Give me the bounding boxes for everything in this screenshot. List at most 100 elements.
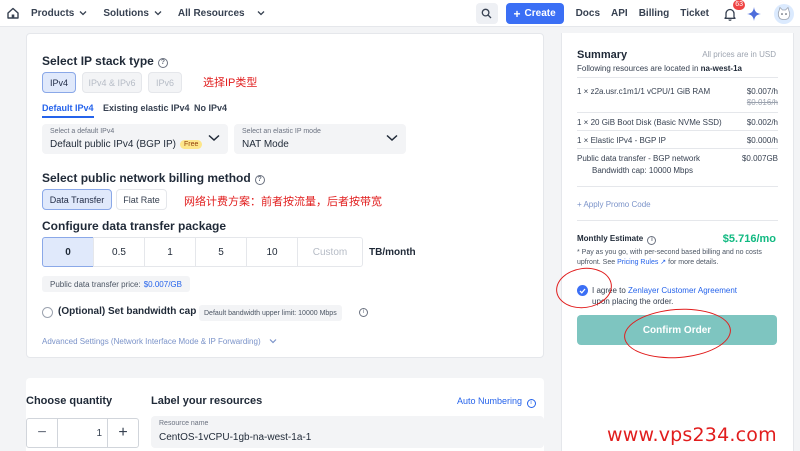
tab-existing-elastic-ipv4[interactable]: Existing elastic IPv4 [103,103,190,113]
search-icon [481,8,492,19]
chevron-down-icon [257,11,265,16]
nav-docs[interactable]: Docs [576,8,600,19]
divider [577,112,778,113]
bandwidth-cap-radio[interactable] [42,307,53,318]
help-icon[interactable]: ? [157,58,168,68]
advanced-settings-toggle[interactable]: Advanced Settings (Network Interface Mod… [42,337,277,346]
tab-default-ipv4[interactable]: Default IPv4 [42,103,94,118]
default-ipv4-value-row: Default public IPv4 (BGP IP) Free [50,139,203,150]
billing-fine-print: * Pay as you go, with per-second based b… [577,248,767,268]
transfer-unit: TB/month [369,247,416,258]
transfer-option-1[interactable]: 1 [144,237,196,267]
nav-all-resources-label: All Resources [177,7,245,19]
summary-location-row: Following resources are located in na-we… [577,64,742,73]
nav-products[interactable]: Products [31,8,87,19]
divider [577,220,778,221]
summary-line-name: 1 × z2a.usr.c1m1/1 vCPU/1 GiB RAM [577,87,711,96]
summary-line-ip: 1 × Elastic IPv4 - BGP IP $0.000/h [577,136,778,148]
order-summary-panel: Summary All prices are in USD Following … [561,33,794,451]
summary-line-transfer: Public data transfer - BGP network Bandw… [577,154,778,178]
transfer-option-10[interactable]: 10 [246,237,298,267]
info-icon: i [526,399,536,408]
pricing-rules-link[interactable]: Pricing Rules [617,259,658,266]
resource-name-field[interactable]: Resource name CentOS-1vCPU-1gb-na-west-1… [151,416,544,448]
agreement-text: I agree to Zenlayer Customer Agreement up… [592,285,772,307]
free-badge: Free [179,140,203,149]
sparkle-icon[interactable] [746,6,762,22]
auto-numbering-link[interactable]: Auto Numbering i [457,396,536,408]
nav-ticket[interactable]: Ticket [680,8,709,19]
summary-title: Summary [577,49,628,61]
nav-solutions[interactable]: Solutions [103,8,162,19]
fine-print-tail: for more details. [668,259,719,266]
summary-line-price: $0.007GB [741,154,778,163]
quantity-title: Choose quantity [26,395,113,407]
chevron-down-icon [154,11,162,16]
ip-stack-ipv4[interactable]: IPv4 [42,72,76,93]
nav-api[interactable]: API [611,8,628,19]
confirm-order-button[interactable]: Confirm Order [577,315,777,345]
chevron-down-icon [386,134,398,142]
top-nav: Products Solutions All Resources + Create… [0,0,800,27]
decrement-button[interactable]: − [27,419,57,447]
summary-line-subname: Bandwidth cap: 10000 Mbps [592,166,693,175]
transfer-option-0-5[interactable]: 0.5 [93,237,145,267]
info-icon[interactable]: i [359,308,368,317]
home-icon[interactable] [3,3,23,23]
default-ipv4-value: Default public IPv4 (BGP IP) [50,139,176,150]
summary-line-disk: 1 × 20 GiB Boot Disk (Basic NVMe SSD) $0… [577,118,778,130]
avatar[interactable] [774,3,794,24]
billing-heading: Select public network billing method? [42,171,265,185]
create-button[interactable]: + Create [505,3,564,24]
agreement-checkbox[interactable] [577,285,588,296]
search-button[interactable] [475,3,498,24]
transfer-option-0[interactable]: 0 [42,237,94,267]
summary-line-name: 1 × 20 GiB Boot Disk (Basic NVMe SSD) [577,118,722,127]
transfer-custom-input[interactable]: Custom [297,237,363,267]
ip-stack-dual[interactable]: IPv4 & IPv6 [82,72,142,93]
transfer-option-5[interactable]: 5 [195,237,247,267]
summary-line-price: $0.002/h [746,118,778,127]
quantity-stepper[interactable]: − 1 + [26,418,139,448]
customer-agreement-link[interactable]: Zenlayer Customer Agreement [628,286,737,295]
plus-icon: + [513,6,521,21]
info-icon[interactable]: i [647,236,657,245]
default-ipv4-select[interactable]: Select a default IPv4 Default public IPv… [42,124,228,154]
quantity-value[interactable]: 1 [57,419,108,447]
elastic-ip-mode-select[interactable]: Select an elastic IP mode NAT Mode [234,124,406,154]
default-ipv4-label: Select a default IPv4 [50,128,115,135]
labels-title: Label your resources [151,395,263,407]
monthly-estimate-row: Monthly Estimate i [577,234,657,245]
billing-flat-rate[interactable]: Flat Rate [116,189,167,210]
summary-currency-note: All prices are in USD [702,50,776,59]
ip-stack-title: Select IP stack type [42,54,154,68]
nav-right: + Create Docs API Billing Ticket 63 [475,0,800,27]
advanced-settings-label: Advanced Settings (Network Interface Mod… [42,337,261,346]
ip-stack-ipv6[interactable]: IPv6 [148,72,182,93]
tab-no-ipv4[interactable]: No IPv4 [194,103,227,113]
nav-solutions-label: Solutions [103,7,149,19]
cat-avatar-icon [777,6,791,20]
billing-data-transfer[interactable]: Data Transfer [42,189,112,210]
summary-line-name: 1 × Elastic IPv4 - BGP IP [577,136,666,145]
create-label: Create [524,8,556,19]
check-icon [579,288,586,294]
help-icon[interactable]: ? [254,175,265,185]
summary-line-name: Public data transfer - BGP network [577,154,701,163]
monthly-estimate-label: Monthly Estimate [577,234,644,243]
bandwidth-hint-chip: Default bandwidth upper limit: 10000 Mbp… [199,305,342,321]
summary-location: na-west-1a [700,64,742,73]
apply-promo-link[interactable]: + Apply Promo Code [577,200,651,209]
external-link-icon: ↗ [660,259,667,266]
plus-icon: + [118,424,128,441]
scrollbar[interactable] [795,27,800,451]
increment-button[interactable]: + [108,419,138,447]
nav-billing[interactable]: Billing [639,8,670,19]
agreement-prefix: I agree to [592,286,626,295]
summary-line-price: $0.000/h [746,136,778,145]
divider [577,148,778,149]
notifications-button[interactable]: 63 [722,0,745,22]
agreement-suffix: upon placing the order. [592,297,674,306]
summary-line-price: $0.007/h [746,87,778,96]
nav-all-resources[interactable]: All Resources [178,8,265,19]
